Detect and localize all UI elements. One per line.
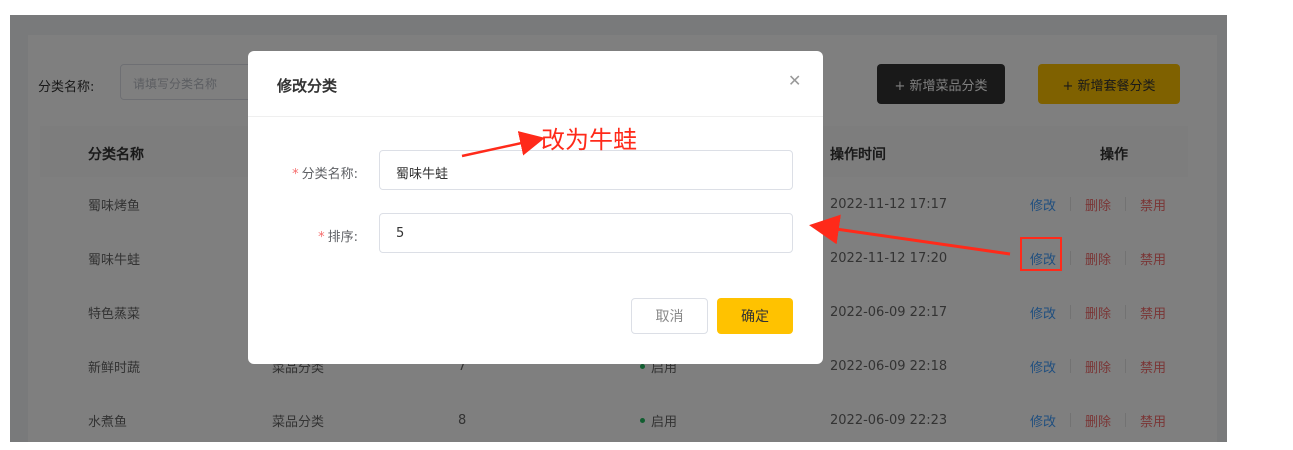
cancel-button[interactable]: 取消 — [631, 298, 708, 334]
close-icon[interactable]: ✕ — [788, 71, 801, 90]
dialog-title: 修改分类 — [277, 77, 338, 95]
category-name-label: * 分类名称: — [248, 163, 358, 182]
required-mark: * — [292, 167, 299, 182]
annotation-highlight-box — [1020, 237, 1062, 271]
dialog-divider — [248, 116, 823, 117]
category-name-input[interactable]: 蜀味牛蛙 — [379, 150, 793, 190]
sort-input[interactable]: 5 — [379, 213, 793, 253]
edit-category-dialog: 修改分类 ✕ * 分类名称: 蜀味牛蛙 * 排序: 5 取消 确定 — [248, 51, 823, 364]
annotation-text: 改为牛蛙 — [541, 126, 637, 154]
category-name-label-text: 分类名称: — [301, 167, 358, 182]
sort-label: * 排序: — [248, 226, 358, 245]
required-mark: * — [318, 230, 325, 245]
sort-label-text: 排序: — [327, 230, 358, 245]
confirm-button[interactable]: 确定 — [717, 298, 793, 334]
